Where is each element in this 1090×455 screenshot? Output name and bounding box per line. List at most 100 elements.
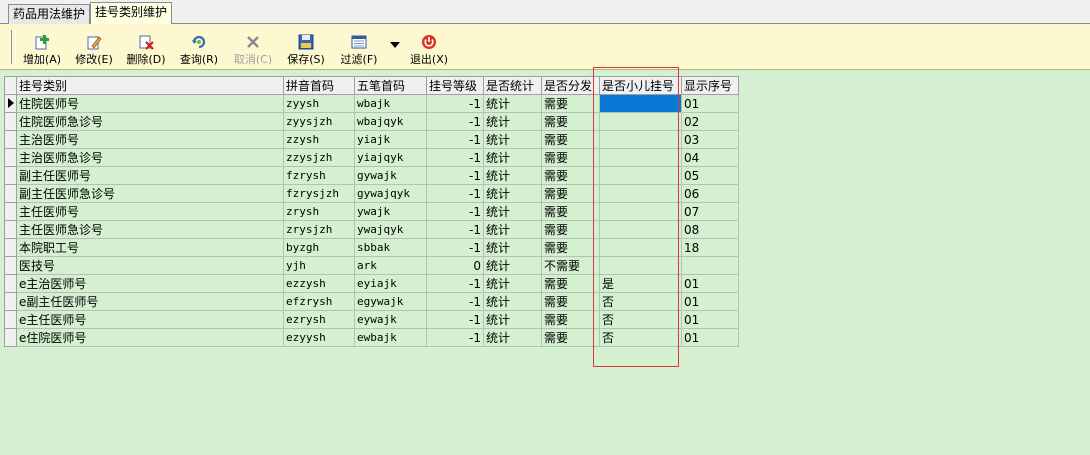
statistics-cell[interactable]: 统计 [483, 94, 542, 113]
statistics-cell[interactable]: 统计 [483, 310, 542, 329]
display-order-cell[interactable]: 01 [681, 328, 739, 347]
pediatric-cell[interactable] [599, 94, 682, 113]
table-row[interactable]: e主治医师号 ezzysh eyiajk -1 统计 需要是 01 [4, 274, 739, 293]
pediatric-cell[interactable] [599, 238, 682, 257]
table-row[interactable]: 住院医师号 zyysh wbajk -1 统计 需要 01 [4, 94, 739, 113]
tab-drug-usage[interactable]: 药品用法维护 [8, 4, 90, 24]
distribute-cell[interactable]: 需要 [541, 328, 600, 347]
toolbar-grip[interactable] [11, 30, 16, 64]
distribute-cell[interactable]: 需要 [541, 112, 600, 131]
distribute-cell[interactable]: 需要 [541, 184, 600, 203]
pinyin-code-cell[interactable]: ezzysh [283, 274, 355, 293]
distribute-cell[interactable]: 需要 [541, 202, 600, 221]
level-cell[interactable]: 0 [426, 256, 484, 275]
row-indicator[interactable] [4, 202, 17, 221]
row-indicator[interactable] [4, 112, 17, 131]
distribute-cell[interactable]: 需要 [541, 238, 600, 257]
display-order-cell[interactable]: 04 [681, 148, 739, 167]
table-row[interactable]: 本院职工号 byzgh sbbak -1 统计 需要 18 [4, 238, 739, 257]
registration-type-cell[interactable]: 主治医师急诊号 [16, 148, 284, 167]
table-row[interactable]: 主治医师急诊号 zzysjzh yiajqyk -1 统计 需要 04 [4, 148, 739, 167]
registration-type-cell[interactable]: e主治医师号 [16, 274, 284, 293]
pinyin-code-cell[interactable]: zzysjzh [283, 148, 355, 167]
pediatric-cell[interactable] [599, 220, 682, 239]
column-header[interactable]: 是否统计 [483, 76, 542, 95]
row-indicator[interactable] [4, 238, 17, 257]
statistics-cell[interactable]: 统计 [483, 238, 542, 257]
table-row[interactable]: 住院医师急诊号 zyysjzh wbajqyk -1 统计 需要 02 [4, 112, 739, 131]
statistics-cell[interactable]: 统计 [483, 148, 542, 167]
delete-button[interactable]: 删除(D) [124, 28, 168, 66]
column-header[interactable]: 显示序号 [681, 76, 739, 95]
distribute-cell[interactable]: 需要 [541, 292, 600, 311]
level-cell[interactable]: -1 [426, 310, 484, 329]
wubi-code-cell[interactable]: sbbak [354, 238, 427, 257]
distribute-cell[interactable]: 需要 [541, 148, 600, 167]
tab-registration-type[interactable]: 挂号类别维护 [90, 2, 172, 24]
save-button[interactable]: 保存(S) [283, 28, 329, 66]
query-button[interactable]: 查询(R) [177, 28, 221, 66]
pinyin-code-cell[interactable]: yjh [283, 256, 355, 275]
filter-dropdown-icon[interactable] [390, 42, 400, 48]
wubi-code-cell[interactable]: eywajk [354, 310, 427, 329]
column-header[interactable]: 是否小儿挂号 [599, 76, 682, 95]
column-header[interactable]: 挂号类别 [16, 76, 284, 95]
row-indicator[interactable] [4, 166, 17, 185]
registration-type-cell[interactable]: 医技号 [16, 256, 284, 275]
column-header[interactable]: 挂号等级 [426, 76, 484, 95]
level-cell[interactable]: -1 [426, 184, 484, 203]
wubi-code-cell[interactable]: yiajqyk [354, 148, 427, 167]
pinyin-code-cell[interactable]: zzysh [283, 130, 355, 149]
statistics-cell[interactable]: 统计 [483, 220, 542, 239]
level-cell[interactable]: -1 [426, 220, 484, 239]
level-cell[interactable]: -1 [426, 112, 484, 131]
level-cell[interactable]: -1 [426, 292, 484, 311]
registration-type-cell[interactable]: 主任医师急诊号 [16, 220, 284, 239]
statistics-cell[interactable]: 统计 [483, 274, 542, 293]
level-cell[interactable]: -1 [426, 238, 484, 257]
pinyin-code-cell[interactable]: byzgh [283, 238, 355, 257]
registration-type-cell[interactable]: 主治医师号 [16, 130, 284, 149]
pinyin-code-cell[interactable]: fzrysh [283, 166, 355, 185]
statistics-cell[interactable]: 统计 [483, 256, 542, 275]
pediatric-cell[interactable]: 否 [599, 310, 682, 329]
table-row[interactable]: 医技号 yjh ark 0 统计 不需要 [4, 256, 739, 275]
exit-button[interactable]: 退出(X) [406, 28, 452, 66]
pediatric-cell[interactable] [599, 202, 682, 221]
row-indicator[interactable] [4, 256, 17, 275]
registration-type-cell[interactable]: 副主任医师急诊号 [16, 184, 284, 203]
pediatric-cell[interactable]: 否 [599, 292, 682, 311]
statistics-cell[interactable]: 统计 [483, 184, 542, 203]
distribute-cell[interactable]: 需要 [541, 310, 600, 329]
statistics-cell[interactable]: 统计 [483, 202, 542, 221]
row-indicator[interactable] [4, 292, 17, 311]
row-indicator[interactable] [4, 130, 17, 149]
distribute-cell[interactable]: 需要 [541, 274, 600, 293]
row-indicator[interactable] [4, 328, 17, 347]
distribute-cell[interactable]: 需要 [541, 166, 600, 185]
registration-type-cell[interactable]: 主任医师号 [16, 202, 284, 221]
display-order-cell[interactable]: 01 [681, 292, 739, 311]
distribute-cell[interactable]: 需要 [541, 94, 600, 113]
distribute-cell[interactable]: 需要 [541, 130, 600, 149]
wubi-code-cell[interactable]: gywajk [354, 166, 427, 185]
wubi-code-cell[interactable]: egywajk [354, 292, 427, 311]
wubi-code-cell[interactable]: ark [354, 256, 427, 275]
pediatric-cell[interactable] [599, 166, 682, 185]
add-button[interactable]: 增加(A) [20, 28, 64, 66]
statistics-cell[interactable]: 统计 [483, 328, 542, 347]
column-header[interactable]: 拼音首码 [283, 76, 355, 95]
pinyin-code-cell[interactable]: zrysh [283, 202, 355, 221]
table-row[interactable]: e住院医师号 ezyysh ewbajk -1 统计 需要否 01 [4, 328, 739, 347]
distribute-cell[interactable]: 不需要 [541, 256, 600, 275]
wubi-code-cell[interactable]: ewbajk [354, 328, 427, 347]
level-cell[interactable]: -1 [426, 328, 484, 347]
wubi-code-cell[interactable]: eyiajk [354, 274, 427, 293]
wubi-code-cell[interactable]: ywajqyk [354, 220, 427, 239]
display-order-cell[interactable]: 01 [681, 274, 739, 293]
edit-button[interactable]: 修改(E) [72, 28, 116, 66]
wubi-code-cell[interactable]: gywajqyk [354, 184, 427, 203]
statistics-cell[interactable]: 统计 [483, 166, 542, 185]
pinyin-code-cell[interactable]: efzrysh [283, 292, 355, 311]
registration-type-cell[interactable]: 副主任医师号 [16, 166, 284, 185]
